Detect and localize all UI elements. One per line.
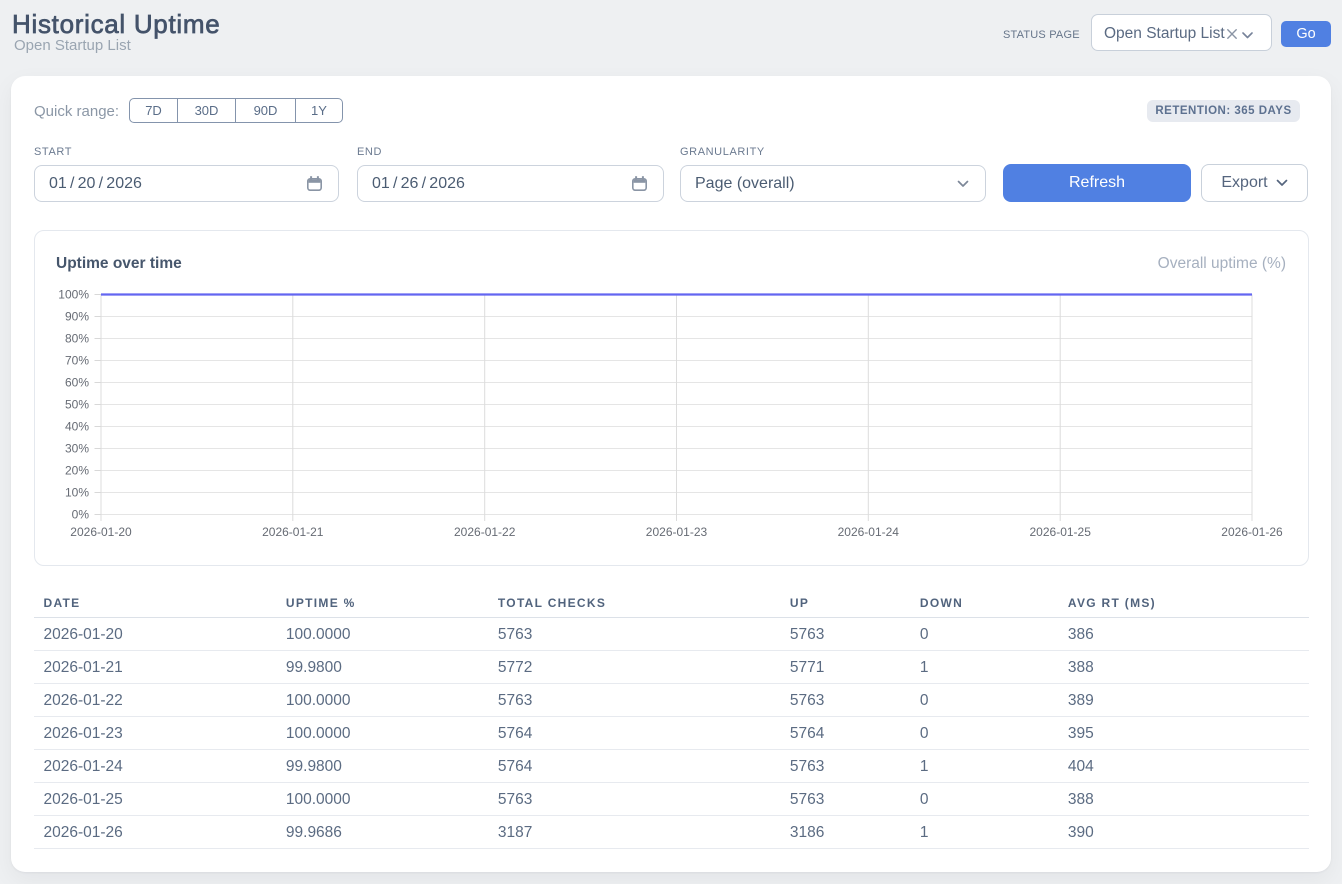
svg-text:80%: 80%	[65, 332, 89, 346]
svg-text:2026-01-26: 2026-01-26	[1221, 525, 1283, 539]
svg-text:0%: 0%	[72, 508, 90, 522]
svg-text:100%: 100%	[58, 288, 89, 302]
svg-text:2026-01-20: 2026-01-20	[70, 525, 132, 539]
svg-text:30%: 30%	[65, 442, 89, 456]
svg-text:40%: 40%	[65, 420, 89, 434]
svg-text:2026-01-25: 2026-01-25	[1030, 525, 1092, 539]
svg-text:2026-01-22: 2026-01-22	[454, 525, 516, 539]
svg-text:50%: 50%	[65, 398, 89, 412]
svg-text:20%: 20%	[65, 464, 89, 478]
svg-text:70%: 70%	[65, 354, 89, 368]
svg-text:90%: 90%	[65, 310, 89, 324]
svg-text:2026-01-23: 2026-01-23	[646, 525, 708, 539]
svg-text:10%: 10%	[65, 486, 89, 500]
svg-text:2026-01-24: 2026-01-24	[838, 525, 900, 539]
svg-text:60%: 60%	[65, 376, 89, 390]
svg-text:2026-01-21: 2026-01-21	[262, 525, 324, 539]
